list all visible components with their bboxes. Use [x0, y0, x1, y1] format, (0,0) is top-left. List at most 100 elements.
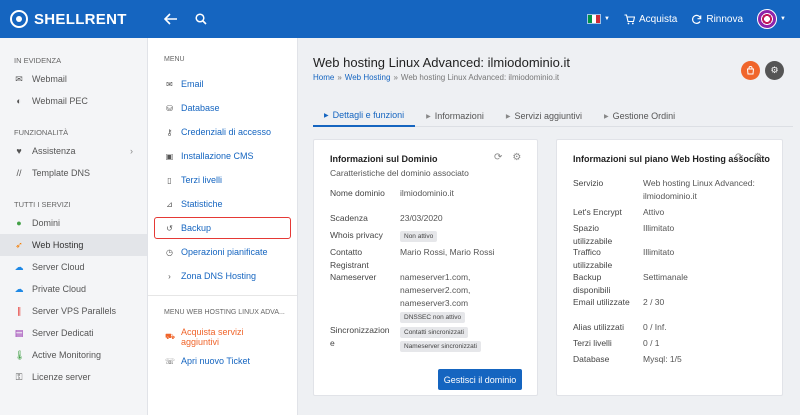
page-title: Web hosting Linux Advanced: ilmiodominio…: [313, 55, 571, 70]
submenu-item-zona-dns[interactable]: › Zona DNS Hosting: [154, 265, 291, 287]
field-value: ilmiodominio.it: [643, 191, 697, 201]
tab-informazioni[interactable]: ▶ Informazioni: [415, 105, 495, 127]
sidebar-item-label: Domini: [32, 218, 61, 228]
gestisci-dominio-button[interactable]: Gestisci il dominio: [438, 369, 522, 390]
language-selector[interactable]: ▼: [587, 14, 610, 24]
submenu: MENU ✉ Email ⛁ Database ⚷ Credenziali di…: [148, 38, 298, 415]
user-menu[interactable]: ▼: [757, 9, 786, 29]
submenu-item-email[interactable]: ✉ Email: [154, 73, 291, 95]
sidebar-item-server-cloud[interactable]: ☁ Server Cloud: [0, 256, 147, 278]
sidebar-item-server-vps[interactable]: ∥ Server VPS Parallels: [0, 300, 147, 322]
doc-icon: ▯: [167, 175, 172, 185]
sidebar-item-label: Private Cloud: [32, 284, 87, 294]
field-value: 0 / Inf.: [643, 322, 667, 332]
submenu-section-title: MENU: [164, 55, 185, 63]
triangle-right-icon: ▶: [603, 113, 609, 120]
install-icon: ▣: [165, 151, 174, 161]
settings-button[interactable]: ⚙: [765, 61, 784, 80]
plan-info-card: Informazioni sul piano Web Hosting assoc…: [556, 139, 783, 396]
tab-label: Servizi aggiuntivi: [514, 111, 582, 121]
sidebar-item-template-dns[interactable]: // Template DNS: [0, 162, 147, 184]
sidebar-item-label: Assistenza: [32, 146, 76, 156]
tab-servizi-aggiuntivi[interactable]: ▶ Servizi aggiuntivi: [495, 105, 593, 127]
submenu-item-apri-ticket[interactable]: ☏ Apri nuovo Ticket: [154, 350, 291, 372]
sidebar-item-licenze-server[interactable]: ⚿ Licenze server: [0, 366, 147, 388]
submenu-item-terzi-livelli[interactable]: ▯ Terzi livelli: [154, 169, 291, 191]
rinnova-link[interactable]: Rinnova: [691, 14, 743, 25]
gear-icon[interactable]: ⚙: [753, 152, 762, 163]
rinnova-label: Rinnova: [706, 13, 744, 25]
cart-button[interactable]: [741, 61, 760, 80]
submenu-item-statistiche[interactable]: ⊿ Statistiche: [154, 193, 291, 215]
logo[interactable]: SHELLRENT: [0, 0, 148, 38]
submenu-item-label: Zona DNS Hosting: [181, 271, 257, 281]
back-arrow-icon[interactable]: [158, 6, 184, 32]
tab-dettagli[interactable]: ▶ Dettagli e funzioni: [313, 105, 416, 127]
sidebar-item-domini[interactable]: ● Domini: [0, 212, 147, 234]
sidebar-item-label: Web Hosting: [32, 240, 84, 250]
acquista-link[interactable]: Acquista: [624, 14, 677, 25]
field-value: Illimitato: [643, 247, 675, 257]
slash-icon: //: [16, 168, 22, 178]
field-label: Let's Encrypt: [573, 207, 622, 217]
field-value: Illimitato: [643, 223, 675, 233]
chart-icon: ⊿: [166, 199, 173, 209]
cart-icon: [624, 13, 635, 24]
sidebar-item-label: Licenze server: [32, 372, 91, 382]
card-subtitle: Caratteristiche del dominio associato: [330, 168, 469, 178]
sidebar-item-label: Webmail: [32, 74, 67, 84]
field-label: Email utilizzate: [573, 297, 630, 307]
logo-text: SHELLRENT: [34, 10, 127, 28]
support-icon: ☏: [165, 356, 176, 366]
breadcrumb-separator: »: [337, 73, 342, 82]
field-label: Servizio: [573, 178, 604, 188]
status-badge: Nameserver sincronizzati: [400, 341, 481, 352]
sidebar-item-server-dedicati[interactable]: ▤ Server Dedicati: [0, 322, 147, 344]
avatar: [757, 9, 778, 29]
chevron-right-icon: ›: [130, 146, 133, 156]
gear-icon[interactable]: ⚙: [512, 152, 521, 163]
field-label: Whois privacy: [330, 230, 383, 240]
breadcrumb-home[interactable]: Home: [313, 73, 334, 82]
submenu-item-acquista-servizi[interactable]: ⛟ Acquista servizi aggiuntivi: [154, 326, 291, 348]
tab-gestione-ordini[interactable]: ▶ Gestione Ordini: [593, 105, 686, 127]
gear-icon: ⚙: [770, 65, 779, 75]
submenu-item-database[interactable]: ⛁ Database: [154, 97, 291, 119]
shield-icon: ◐: [16, 96, 22, 106]
submenu-item-backup[interactable]: ↺ Backup: [154, 217, 291, 239]
rocket-icon: ➶: [15, 239, 23, 250]
submenu-item-label: Database: [181, 103, 220, 113]
sidebar-item-label: Webmail PEC: [32, 96, 88, 106]
breadcrumb-web-hosting[interactable]: Web Hosting: [345, 73, 391, 82]
field-label: Terzi livelli: [573, 338, 612, 348]
submenu-item-credenziali[interactable]: ⚷ Credenziali di accesso: [154, 121, 291, 143]
sidebar-item-web-hosting[interactable]: ➶ Web Hosting: [0, 234, 147, 256]
refresh-icon: [692, 14, 702, 24]
submenu-item-operazioni-pianificate[interactable]: ◷ Operazioni pianificate: [154, 241, 291, 263]
sidebar-item-private-cloud[interactable]: ☁ Private Cloud: [0, 278, 147, 300]
refresh-icon[interactable]: ⟳: [735, 152, 743, 163]
search-icon[interactable]: [188, 6, 214, 32]
submenu-item-label: Terzi livelli: [181, 175, 223, 185]
sidebar-item-webmail-pec[interactable]: ◐ Webmail PEC: [0, 90, 147, 112]
parallels-icon: ∥: [16, 305, 22, 316]
cloud-icon: ☁: [14, 283, 24, 294]
field-value: 2 / 30: [643, 297, 665, 307]
top-bar: SHELLRENT ▼ Acquista Rinnova ▼: [0, 0, 800, 38]
chevron-right-icon: ›: [168, 271, 171, 281]
sidebar: IN EVIDENZA ✉ Webmail ◐ Webmail PEC FUNZ…: [0, 38, 148, 415]
tab-label: Dettagli e funzioni: [332, 110, 405, 120]
field-value: Web hosting Linux Advanced:: [643, 178, 755, 188]
sidebar-item-webmail[interactable]: ✉ Webmail: [0, 68, 147, 90]
sidebar-item-label: Server Cloud: [32, 262, 85, 272]
sidebar-item-active-monitoring[interactable]: 🌡 Active Monitoring: [0, 344, 147, 366]
sidebar-item-assistenza[interactable]: ♥ Assistenza ›: [0, 140, 147, 162]
field-label: Nome dominio: [330, 188, 385, 198]
mail-icon: ✉: [166, 79, 173, 89]
submenu-item-installazione-cms[interactable]: ▣ Installazione CMS: [154, 145, 291, 167]
submenu-item-label: Statistiche: [181, 199, 223, 209]
sidebar-section-title: IN EVIDENZA: [14, 55, 62, 65]
breadcrumb-current: Web hosting Linux Advanced: ilmiodominio…: [400, 73, 560, 82]
refresh-icon[interactable]: ⟳: [494, 152, 502, 163]
field-label: Backup disponibili: [573, 272, 611, 295]
